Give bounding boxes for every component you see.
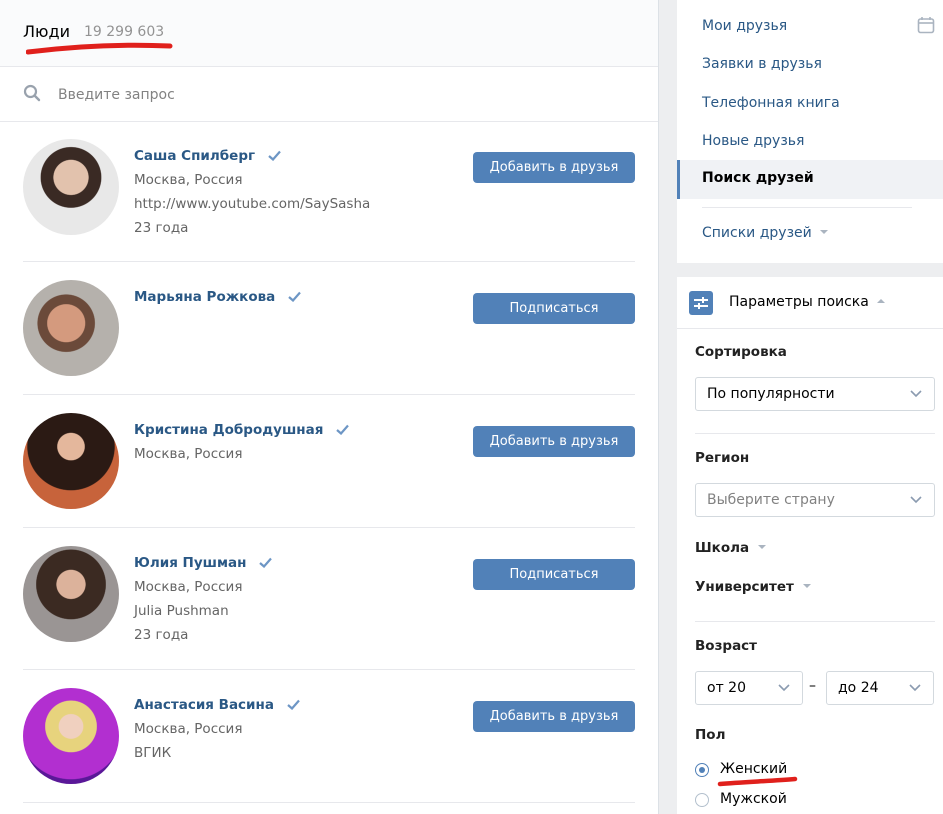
subscribe-button[interactable]: Подписаться xyxy=(473,559,635,590)
person-card: Анастасия Васина Москва, Россия ВГИК Доб… xyxy=(23,670,635,803)
person-card: Юлия Пушман Москва, Россия Julia Pushman… xyxy=(23,528,635,670)
params-header[interactable]: Параметры поиска xyxy=(677,277,943,329)
person-name[interactable]: Кристина Добродушная xyxy=(134,422,349,438)
nav-new-friends[interactable]: Новые друзья xyxy=(702,133,804,149)
add-friend-button[interactable]: Добавить в друзья xyxy=(473,701,635,732)
page-title: Люди xyxy=(23,22,70,41)
chevron-up-icon xyxy=(877,299,886,303)
person-card: Саша Спилберг Москва, Россия http://www.… xyxy=(23,121,635,262)
add-friend-button[interactable]: Добавить в друзья xyxy=(473,426,635,457)
age-dash: – xyxy=(809,678,816,694)
nav-find-friends[interactable]: Поиск друзей xyxy=(677,160,943,199)
age-to-select[interactable]: до 24 xyxy=(826,671,934,705)
gender-female-label[interactable]: Женский xyxy=(720,761,787,777)
gender-female-radio[interactable] xyxy=(695,763,709,777)
person-age: 23 года xyxy=(134,627,189,643)
age-label: Возраст xyxy=(695,638,758,654)
chevron-down-icon xyxy=(757,545,766,549)
params-title[interactable]: Параметры поиска xyxy=(729,294,886,310)
calendar-icon[interactable] xyxy=(917,16,935,34)
red-underline-annotation xyxy=(717,776,798,787)
person-city: Москва, Россия xyxy=(134,446,243,462)
chevron-down-icon xyxy=(910,496,922,504)
age-from-select[interactable]: от 20 xyxy=(695,671,803,705)
verified-check-icon xyxy=(336,424,349,435)
divider xyxy=(695,621,935,622)
person-age: 23 года xyxy=(134,220,189,236)
person-name[interactable]: Саша Спилберг xyxy=(134,148,281,164)
person-site[interactable]: http://www.youtube.com/SaySasha xyxy=(134,196,370,212)
person-name[interactable]: Анастасия Васина xyxy=(134,697,300,713)
verified-check-icon xyxy=(288,291,301,302)
person-nickname: Julia Pushman xyxy=(134,603,229,619)
nav-phone-book[interactable]: Телефонная книга xyxy=(702,95,840,111)
person-name[interactable]: Юлия Пушман xyxy=(134,555,273,571)
red-underline-annotation xyxy=(26,42,173,55)
nav-friend-lists[interactable]: Списки друзей xyxy=(702,225,829,241)
search-input[interactable] xyxy=(56,82,620,108)
chevron-down-icon xyxy=(820,230,829,234)
chevron-down-icon xyxy=(910,390,922,398)
sort-select[interactable]: По популярности xyxy=(695,377,935,411)
person-card: Марьяна Рожкова Подписаться xyxy=(23,262,635,395)
divider xyxy=(695,433,935,434)
verified-check-icon xyxy=(259,557,273,568)
nav-my-friends[interactable]: Мои друзья xyxy=(702,18,787,34)
gender-male-label[interactable]: Мужской xyxy=(720,791,787,807)
person-city: Москва, Россия xyxy=(134,579,243,595)
person-city: Москва, Россия xyxy=(134,721,243,737)
subscribe-button[interactable]: Подписаться xyxy=(473,293,635,324)
person-name[interactable]: Марьяна Рожкова xyxy=(134,289,301,305)
chevron-down-icon xyxy=(909,684,921,692)
person-card: Кристина Добродушная Москва, Россия Доба… xyxy=(23,395,635,528)
sort-label: Сортировка xyxy=(695,344,787,360)
avatar[interactable] xyxy=(23,546,119,642)
add-friend-button[interactable]: Добавить в друзья xyxy=(473,152,635,183)
chevron-down-icon xyxy=(778,684,790,692)
gender-label: Пол xyxy=(695,727,726,743)
nav-friend-requests[interactable]: Заявки в друзья xyxy=(702,56,822,72)
avatar[interactable] xyxy=(23,280,119,376)
search-params-panel: Параметры поиска Сортировка По популярно… xyxy=(677,277,943,814)
country-select[interactable]: Выберите страну xyxy=(695,483,935,517)
avatar[interactable] xyxy=(23,688,119,784)
people-header: Люди 19 299 603 xyxy=(0,0,658,67)
search-icon xyxy=(23,84,41,102)
verified-check-icon xyxy=(268,150,281,161)
results-count: 19 299 603 xyxy=(84,24,165,40)
chevron-down-icon xyxy=(802,584,811,588)
search-row xyxy=(0,67,658,122)
avatar[interactable] xyxy=(23,413,119,509)
region-label: Регион xyxy=(695,450,750,466)
divider xyxy=(702,207,912,208)
params-icon xyxy=(689,291,713,315)
avatar[interactable] xyxy=(23,139,119,235)
gender-male-radio[interactable] xyxy=(695,793,709,807)
friends-nav: Мои друзья Заявки в друзья Телефонная кн… xyxy=(677,0,943,263)
verified-check-icon xyxy=(286,699,300,710)
people-search-panel: Люди 19 299 603 Саша Спилберг Москва, Ро… xyxy=(0,0,659,814)
person-university: ВГИК xyxy=(134,745,172,761)
school-filter[interactable]: Школа xyxy=(695,540,767,556)
person-city: Москва, Россия xyxy=(134,172,243,188)
university-filter[interactable]: Университет xyxy=(695,579,812,595)
